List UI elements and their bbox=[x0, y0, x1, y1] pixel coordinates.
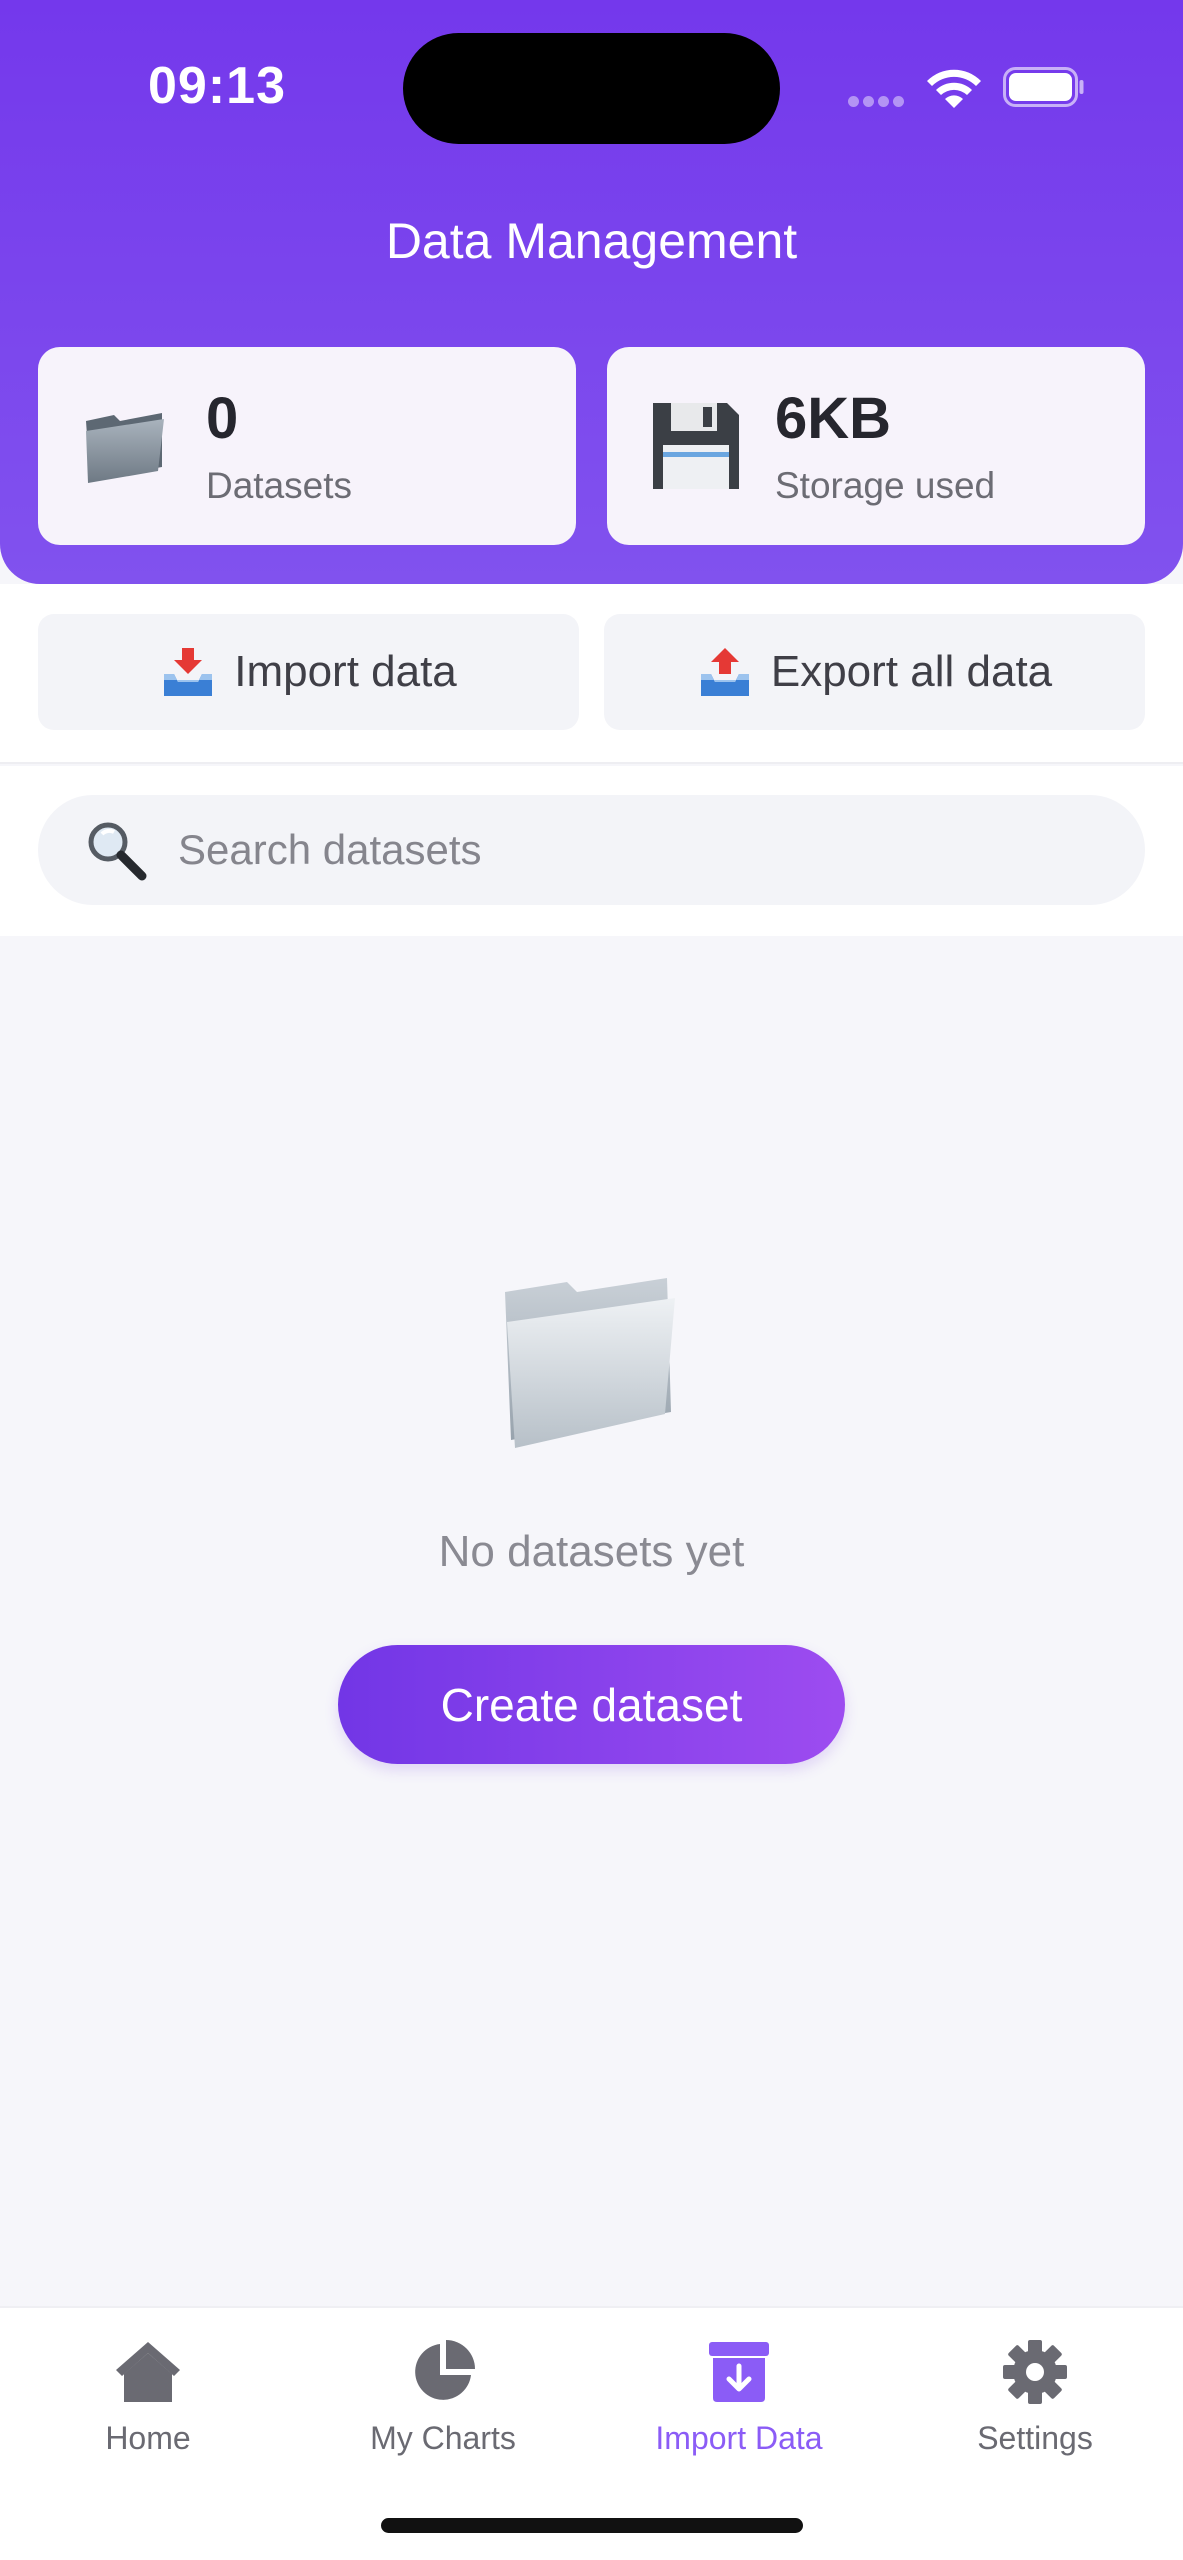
nav-item-home[interactable]: Home bbox=[0, 2328, 296, 2478]
signal-icon bbox=[848, 94, 908, 107]
datasets-stat-card: 0 Datasets bbox=[38, 347, 576, 545]
export-all-data-label: Export all data bbox=[770, 647, 1053, 696]
pie-chart-icon bbox=[415, 2340, 475, 2400]
folder-icon bbox=[86, 413, 164, 483]
storage-label: Storage used bbox=[775, 465, 996, 506]
actions-bar: Import data Export all data bbox=[0, 584, 1183, 764]
nav-label-settings: Settings bbox=[977, 2420, 1093, 2456]
nav-label-home: Home bbox=[105, 2420, 191, 2456]
dynamic-island bbox=[403, 33, 780, 144]
datasets-count: 0 bbox=[206, 386, 239, 451]
import-data-label: Import data bbox=[234, 647, 457, 696]
nav-item-settings[interactable]: Settings bbox=[887, 2328, 1183, 2478]
nav-label-my-charts: My Charts bbox=[370, 2420, 516, 2456]
outbox-tray-icon bbox=[700, 648, 749, 696]
empty-state-message: No datasets yet bbox=[438, 1527, 745, 1576]
gear-icon bbox=[1003, 2340, 1067, 2404]
header: 09:13 Data Management 0 Datasets 6KB Sto… bbox=[0, 0, 1183, 584]
battery-icon bbox=[1003, 67, 1084, 107]
datasets-label: Datasets bbox=[206, 465, 353, 506]
empty-folder-icon bbox=[505, 1278, 675, 1448]
create-dataset-button[interactable]: Create dataset bbox=[338, 1645, 845, 1764]
status-time: 09:13 bbox=[148, 57, 286, 115]
inbox-tray-icon bbox=[164, 648, 213, 696]
import-data-button[interactable]: Import data bbox=[38, 614, 579, 730]
storage-stat-card: 6KB Storage used bbox=[607, 347, 1145, 545]
home-indicator[interactable] bbox=[381, 2518, 803, 2533]
wifi-icon bbox=[927, 69, 981, 108]
nav-item-import-data[interactable]: Import Data bbox=[591, 2328, 887, 2478]
magnifier-icon bbox=[88, 822, 147, 881]
home-icon bbox=[116, 2342, 180, 2402]
export-all-data-button[interactable]: Export all data bbox=[604, 614, 1145, 730]
storage-value: 6KB bbox=[775, 386, 892, 451]
import-box-icon bbox=[709, 2342, 769, 2402]
nav-label-import-data: Import Data bbox=[655, 2420, 823, 2456]
nav-item-my-charts[interactable]: My Charts bbox=[295, 2328, 591, 2478]
search-input[interactable] bbox=[178, 795, 1098, 905]
search-area bbox=[0, 766, 1183, 936]
search-box[interactable] bbox=[38, 795, 1145, 905]
page-title: Data Management bbox=[385, 213, 798, 269]
floppy-disk-icon bbox=[653, 403, 739, 489]
